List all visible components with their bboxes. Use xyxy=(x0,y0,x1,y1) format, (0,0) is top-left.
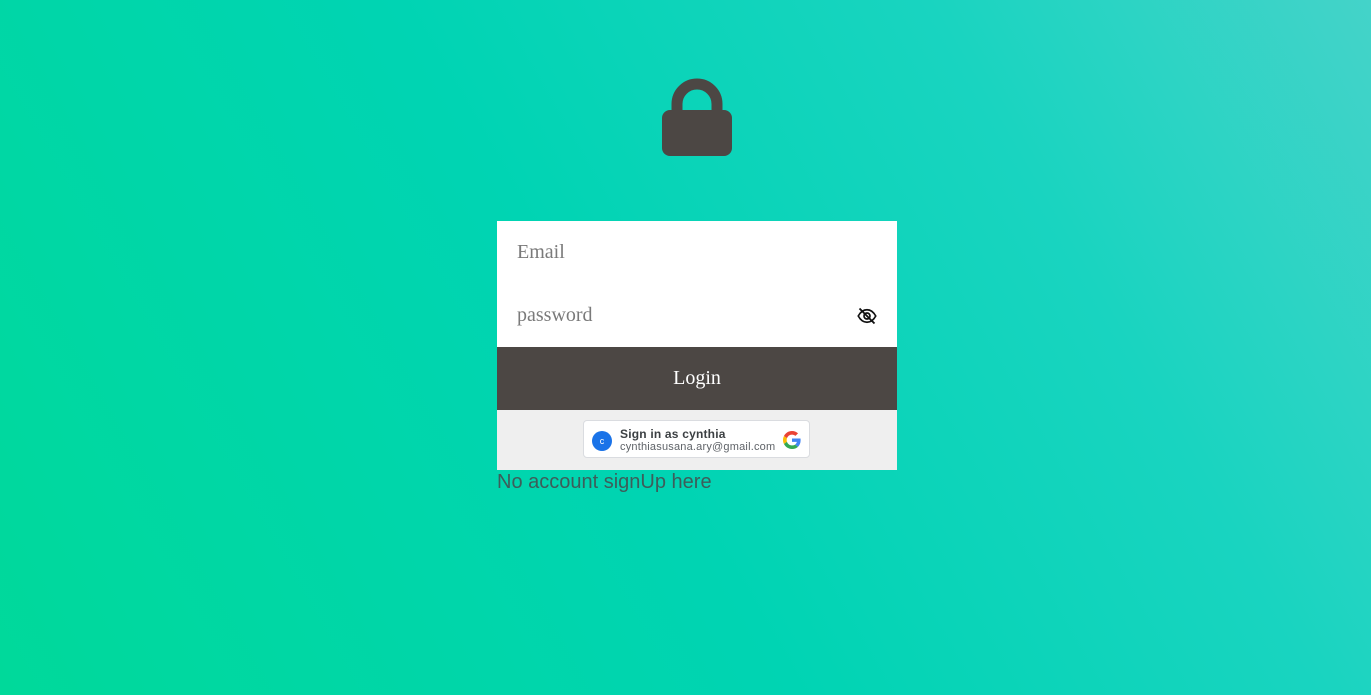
google-signin-area: c Sign in as cynthia cynthiasusana.ary@g… xyxy=(497,410,897,470)
email-field-wrapper xyxy=(497,221,897,284)
login-button[interactable]: Login xyxy=(497,347,897,410)
eye-off-icon[interactable] xyxy=(857,306,877,326)
login-form: Login c Sign in as cynthia cynthiasusana… xyxy=(497,221,897,470)
avatar: c xyxy=(592,431,612,451)
google-signin-button[interactable]: c Sign in as cynthia cynthiasusana.ary@g… xyxy=(583,420,810,458)
google-signin-title: Sign in as cynthia xyxy=(620,427,726,441)
google-signin-email: cynthiasusana.ary@gmail.com xyxy=(620,441,776,453)
email-field[interactable] xyxy=(497,221,897,284)
signup-link[interactable]: No account signUp here xyxy=(497,471,712,494)
password-field-wrapper xyxy=(497,284,897,347)
password-field[interactable] xyxy=(497,284,897,347)
lock-icon xyxy=(662,76,732,156)
google-logo-icon xyxy=(783,431,801,449)
